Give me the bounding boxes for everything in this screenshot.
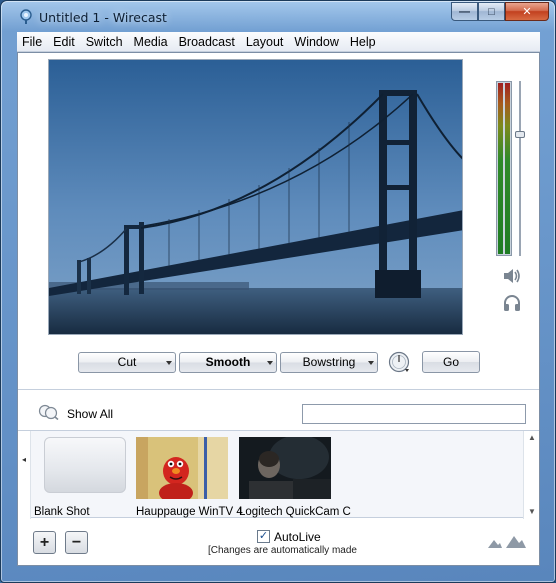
menu-broadcast[interactable]: Broadcast <box>174 35 241 49</box>
shot-list-scrollbar[interactable]: ▲ ▼ <box>523 431 539 519</box>
chevron-down-icon <box>267 360 273 365</box>
show-all-label[interactable]: Show All <box>67 407 113 421</box>
blank-shot-thumbnail <box>44 437 126 493</box>
menu-bar: File Edit Switch Media Broadcast Layout … <box>17 32 540 52</box>
layer-mountain-large-icon[interactable] <box>506 534 526 548</box>
menu-media[interactable]: Media <box>129 35 174 49</box>
transition-speed-icon[interactable] <box>388 351 410 373</box>
volume-slider-thumb[interactable] <box>515 131 525 138</box>
shot-item-blank[interactable]: Blank Shot <box>34 437 138 518</box>
shot-thumbnail <box>34 437 126 499</box>
cut-transition-label: Cut <box>117 355 137 369</box>
title-bar[interactable]: Untitled 1 - Wirecast — □ ✕ <box>1 1 555 33</box>
remove-shot-button[interactable]: − <box>65 531 88 554</box>
menu-file[interactable]: File <box>17 35 48 49</box>
autolive-label[interactable]: AutoLive <box>274 530 321 544</box>
audio-level-meter <box>496 81 512 256</box>
menu-window[interactable]: Window <box>289 35 344 49</box>
shot-thumbnail <box>239 437 331 499</box>
collapse-arrow-icon[interactable]: ◂ <box>22 455 26 464</box>
live-preview[interactable] <box>48 59 463 335</box>
scroll-up-icon[interactable]: ▲ <box>528 433 536 442</box>
layer-mountain-small-icon[interactable] <box>488 538 502 548</box>
menu-help[interactable]: Help <box>345 35 382 49</box>
window-title: Untitled 1 - Wirecast <box>39 10 167 25</box>
menu-switch[interactable]: Switch <box>81 35 129 49</box>
autolive-note: [Changes are automatically made <box>208 545 357 556</box>
menu-edit[interactable]: Edit <box>48 35 81 49</box>
shot-item-logitech[interactable]: Logitech QuickCam C <box>239 437 351 518</box>
shot-toolbar: Show All <box>32 390 539 430</box>
window-controls: — □ ✕ <box>451 2 549 21</box>
volume-slider-track <box>519 81 521 256</box>
close-button[interactable]: ✕ <box>505 2 549 21</box>
volume-slider[interactable] <box>515 81 525 256</box>
shot-thumbnail <box>136 437 228 499</box>
shot-label: Hauppauge WinTV 4 <box>136 506 243 518</box>
shot-item-hauppauge[interactable]: Hauppauge WinTV 4 <box>136 437 243 518</box>
shot-list: ◂ Blank Shot Hauppauge WinTV 4 Logitech … <box>18 430 539 519</box>
shot-label: Logitech QuickCam C <box>239 506 351 518</box>
scroll-down-icon[interactable]: ▼ <box>528 507 536 516</box>
cut-transition-button[interactable]: Cut <box>78 351 176 373</box>
audio-meter-left <box>498 83 503 254</box>
go-button-label: Go <box>442 355 459 369</box>
menu-layout[interactable]: Layout <box>241 35 290 49</box>
minimize-button[interactable]: — <box>451 2 478 21</box>
main-content: Cut Smooth Bowstring Go Show All ◂ Blank… <box>17 52 540 566</box>
preview-image <box>49 60 462 334</box>
maximize-button[interactable]: □ <box>478 2 505 21</box>
shot-search-input[interactable] <box>302 404 526 424</box>
chevron-down-icon <box>368 360 374 365</box>
webcam-thumbnail-image <box>239 437 331 499</box>
shot-label: Blank Shot <box>34 506 90 518</box>
smooth-transition-button[interactable]: Smooth <box>179 351 277 373</box>
wirecast-app-icon <box>20 9 32 24</box>
chevron-down-icon <box>166 360 172 365</box>
wirecast-window: Untitled 1 - Wirecast — □ ✕ File Edit Sw… <box>0 0 556 583</box>
shot-list-gutter: ◂ <box>18 431 31 519</box>
bottom-bar: + − ✓ AutoLive [Changes are automaticall… <box>18 519 539 565</box>
add-shot-button[interactable]: + <box>33 531 56 554</box>
preview-area: Cut Smooth Bowstring Go <box>18 53 539 391</box>
show-all-icon[interactable] <box>38 404 60 420</box>
smooth-transition-label: Smooth <box>205 355 251 369</box>
headphones-icon[interactable] <box>502 294 522 312</box>
autolive-checkbox[interactable]: ✓ <box>257 530 270 543</box>
bowstring-transition-label: Bowstring <box>302 355 356 369</box>
transition-controls: Cut Smooth Bowstring <box>78 351 378 373</box>
go-button[interactable]: Go <box>422 351 480 373</box>
speaker-icon[interactable] <box>502 267 522 285</box>
audio-meter-right <box>505 83 510 254</box>
bowstring-transition-button[interactable]: Bowstring <box>280 351 378 373</box>
elmo-thumbnail-image <box>136 437 228 499</box>
